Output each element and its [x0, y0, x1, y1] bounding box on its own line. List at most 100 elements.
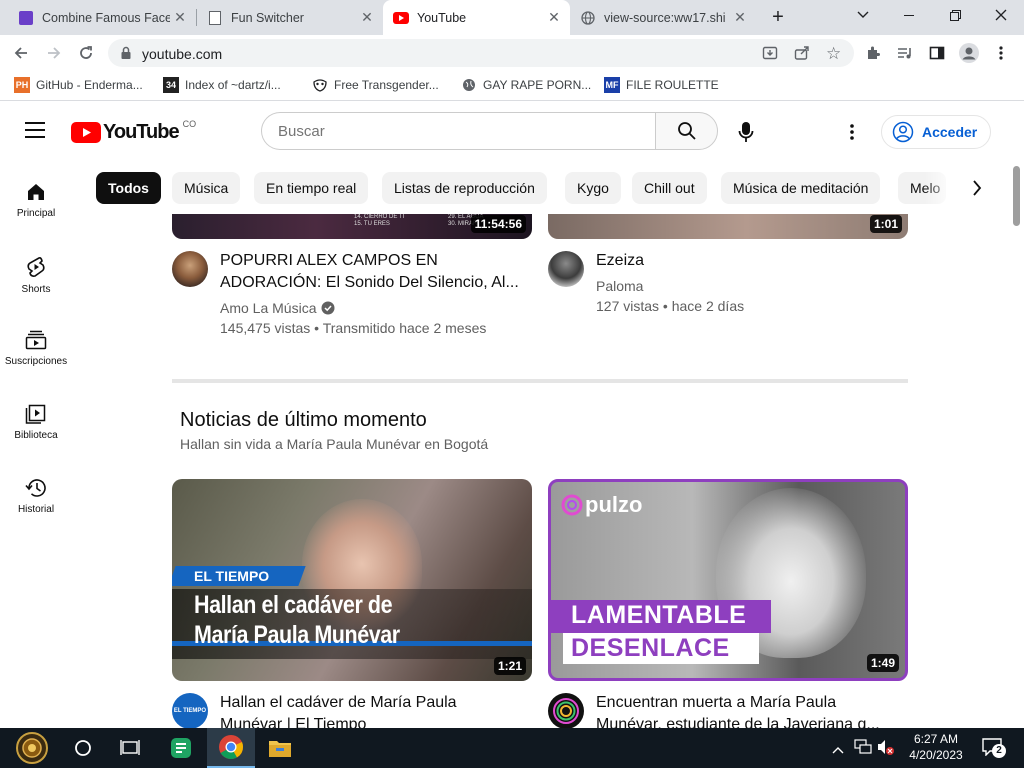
file-explorer-icon[interactable] — [264, 732, 296, 764]
channel-avatar[interactable] — [172, 251, 208, 287]
system-clock[interactable]: 6:27 AM 4/20/2023 — [903, 731, 969, 763]
start-orb-icon[interactable] — [16, 732, 48, 764]
video-title[interactable]: POPURRI ALEX CAMPOS EN ADORACIÓN: El Son… — [220, 250, 520, 294]
thumbnail-headline: María Paula Munévar — [194, 621, 400, 649]
pulzo-brand: pulzo — [585, 492, 643, 517]
tab-view-source[interactable]: view-source:ww17.shi ✕ — [570, 0, 756, 35]
sidebar-item-biblioteca[interactable]: Biblioteca — [0, 404, 72, 441]
close-window-icon[interactable] — [978, 0, 1024, 30]
chip-listas-reproduccion[interactable]: Listas de reproducción — [382, 172, 547, 204]
task-view-icon[interactable] — [114, 732, 146, 764]
chip-musica-meditacion[interactable]: Música de meditación — [721, 172, 881, 204]
thumbnail-headline: LAMENTABLE — [571, 601, 747, 629]
menu-hamburger-icon[interactable] — [24, 121, 46, 144]
install-icon[interactable] — [762, 45, 778, 66]
channel-avatar[interactable] — [548, 251, 584, 287]
voice-search-icon[interactable] — [738, 121, 754, 148]
sidebar-item-historial[interactable]: Historial — [0, 478, 72, 515]
bookmark-index-dartz[interactable]: 34 Index of ~dartz/i... — [163, 77, 281, 93]
address-bar[interactable]: youtube.com ☆ — [108, 39, 854, 67]
search-input[interactable]: Buscar — [261, 112, 655, 150]
tray-overflow-chevron-icon[interactable] — [832, 741, 844, 759]
tab-title: Combine Famous Faces — [42, 10, 170, 25]
bookmark-globe-site[interactable]: GAY RAPE PORN... — [461, 77, 591, 93]
channel-avatar[interactable] — [548, 693, 584, 729]
verified-check-icon — [321, 301, 335, 315]
avatar-text: EL TIEMPO — [173, 708, 207, 714]
close-icon[interactable]: ✕ — [357, 9, 377, 26]
share-icon[interactable] — [794, 45, 810, 66]
bookmark-star-icon[interactable]: ☆ — [826, 44, 841, 64]
duration-badge: 1:21 — [493, 657, 526, 675]
settings-kebab-icon[interactable] — [850, 124, 854, 145]
sign-in-button[interactable]: Acceder — [881, 115, 991, 149]
chips-next-chevron-icon[interactable] — [972, 180, 982, 201]
close-icon[interactable]: ✕ — [544, 9, 564, 26]
channel-name[interactable]: Paloma — [596, 276, 643, 296]
thumbnail-headline: DESENLACE — [571, 634, 730, 662]
tab-combine-famous-faces[interactable]: Combine Famous Faces ✕ — [8, 0, 196, 35]
lock-icon[interactable] — [120, 46, 132, 65]
account-circle-icon — [892, 121, 914, 143]
chip-en-tiempo-real[interactable]: En tiempo real — [254, 172, 369, 204]
chrome-menu-icon[interactable] — [990, 42, 1012, 64]
side-panel-icon[interactable] — [926, 42, 948, 64]
chip-todos[interactable]: Todos — [96, 172, 161, 204]
tab-strip: Combine Famous Faces ✕ Fun Switcher ✕ Yo… — [0, 0, 1024, 35]
globe-icon — [580, 10, 596, 26]
media-control-icon[interactable] — [894, 42, 916, 64]
sidebar-item-label: Principal — [16, 208, 56, 219]
forward-icon[interactable] — [43, 42, 65, 64]
sidebar-item-suscripciones[interactable]: Suscripciones — [0, 330, 72, 367]
bookmark-free-transgender[interactable]: Free Transgender... — [312, 77, 439, 93]
video-title-line: ADORACIÓN: El Sonido Del Silencio, Al... — [220, 274, 519, 291]
restore-icon[interactable] — [932, 0, 978, 30]
profile-avatar-icon[interactable] — [958, 42, 980, 64]
chrome-taskbar-button[interactable] — [207, 728, 255, 768]
close-icon[interactable]: ✕ — [730, 9, 750, 26]
youtube-logo[interactable]: YouTube CO — [71, 119, 196, 144]
search-button[interactable] — [655, 112, 718, 150]
tab-youtube[interactable]: YouTube ✕ — [383, 0, 570, 35]
channel-avatar[interactable]: EL TIEMPO — [172, 693, 208, 729]
back-icon[interactable] — [10, 42, 32, 64]
channel-name[interactable]: Amo La Música — [220, 298, 335, 318]
sidebar-item-label: Historial — [17, 504, 55, 515]
bookmark-github[interactable]: PH GitHub - Enderma... — [14, 77, 143, 93]
sidebar-item-label: Shorts — [21, 284, 51, 295]
action-center-icon[interactable]: 2 — [982, 738, 1006, 761]
pulzo-ring-icon — [561, 494, 583, 516]
home-icon — [28, 184, 44, 200]
channel-name-text: Amo La Música — [220, 300, 317, 316]
tab-search-chevron-icon[interactable] — [840, 0, 886, 30]
windows-taskbar: 6:27 AM 4/20/2023 2 — [0, 728, 1024, 768]
extensions-icon[interactable] — [862, 42, 884, 64]
close-icon[interactable]: ✕ — [170, 9, 190, 26]
thumbnail-tracklist: 14. CIERRO DE TI 15. TU ERES — [354, 214, 405, 227]
tab-fun-switcher[interactable]: Fun Switcher ✕ — [197, 0, 383, 35]
reload-icon[interactable] — [75, 42, 97, 64]
video-title[interactable]: Ezeiza — [596, 250, 644, 272]
video-thumbnail[interactable]: pulzo LAMENTABLE DESENLACE 1:49 — [548, 479, 908, 681]
network-icon[interactable] — [854, 739, 872, 760]
sidebar-item-label: Biblioteca — [14, 430, 58, 441]
video-thumbnail[interactable]: EL TIEMPO Hallan el cadáver de María Pau… — [172, 479, 532, 681]
sidebar-item-label: Suscripciones — [4, 356, 68, 367]
library-icon — [25, 404, 46, 424]
youtube-play-icon — [71, 122, 101, 143]
sidebar-item-shorts[interactable]: Shorts — [0, 256, 72, 295]
bookmark-label: FILE ROULETTE — [626, 78, 719, 92]
volume-muted-icon[interactable] — [877, 739, 895, 760]
cortana-search-icon[interactable] — [67, 732, 99, 764]
sheets-app-icon[interactable] — [165, 732, 197, 764]
chip-musica[interactable]: Música — [172, 172, 241, 204]
notification-count-badge: 2 — [992, 744, 1006, 758]
new-tab-icon[interactable]: + — [766, 5, 790, 29]
ph-icon: PH — [14, 77, 30, 93]
page-scrollbar-thumb[interactable] — [1013, 166, 1020, 226]
bookmark-file-roulette[interactable]: MF FILE ROULETTE — [604, 77, 719, 93]
chip-chill-out[interactable]: Chill out — [632, 172, 707, 204]
sidebar-item-principal[interactable]: Principal — [0, 182, 72, 219]
chip-kygo[interactable]: Kygo — [565, 172, 621, 204]
minimize-icon[interactable] — [886, 0, 932, 30]
